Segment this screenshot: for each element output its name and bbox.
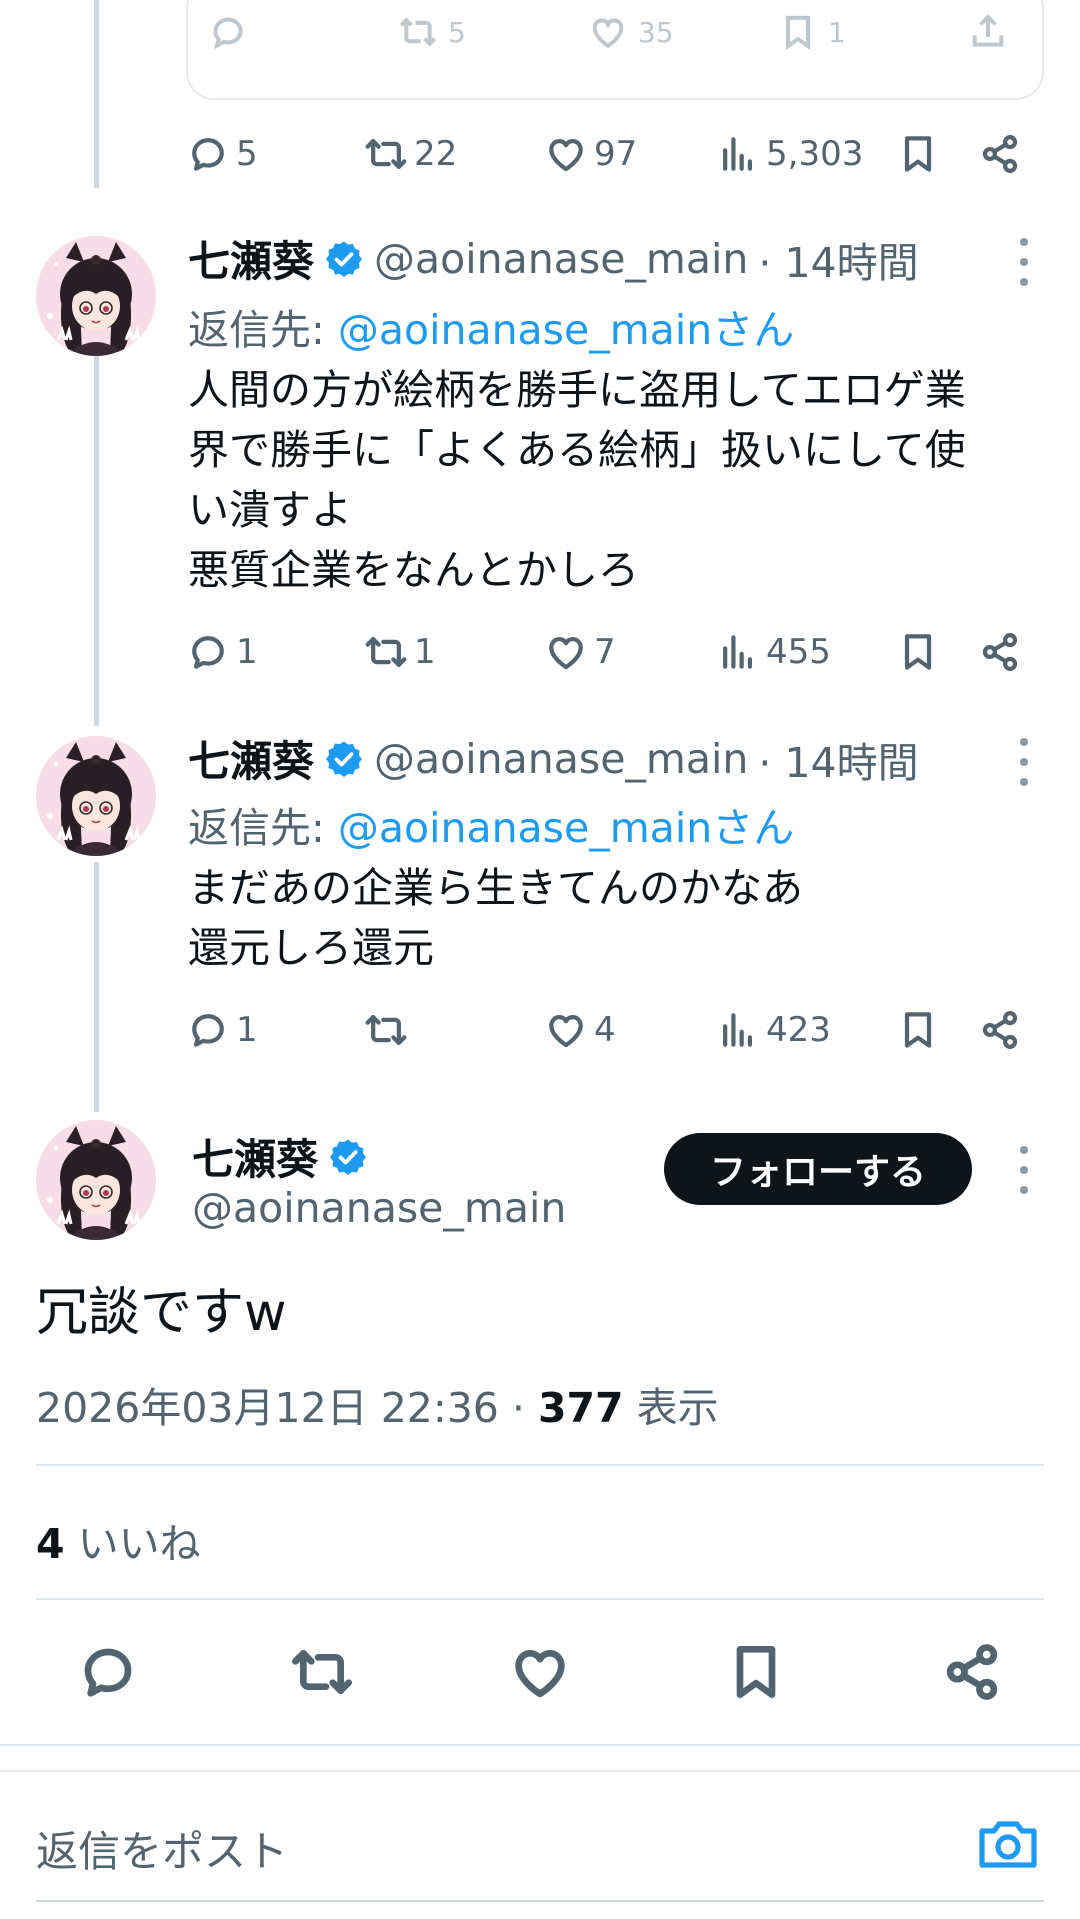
more-icon[interactable] bbox=[1018, 1146, 1030, 1194]
views-button[interactable]: 5,303 bbox=[716, 124, 863, 184]
retweet-icon bbox=[364, 630, 408, 674]
tweet-2-actions: 1 4 423 bbox=[0, 1000, 1080, 1060]
like-button[interactable]: 97 bbox=[544, 124, 637, 184]
avatar[interactable] bbox=[36, 1120, 156, 1240]
likes-count: 4 bbox=[36, 1520, 65, 1568]
quoted-retweet[interactable]: 5 bbox=[398, 12, 466, 52]
like-icon bbox=[588, 12, 628, 52]
bookmark-icon bbox=[896, 1008, 940, 1052]
quoted-post-card[interactable]: 5 35 1 bbox=[186, 0, 1044, 100]
post-text: 人間の方が絵柄を勝手に盗用してエロゲ業 界で勝手に「よくある絵柄」扱いにして使 … bbox=[188, 366, 966, 594]
bookmark-button[interactable] bbox=[896, 124, 940, 184]
like-icon bbox=[544, 630, 588, 674]
replying-to: 返信先: @aoinanase_mainさん bbox=[188, 306, 795, 354]
retweet-icon bbox=[364, 132, 408, 176]
bookmark-button[interactable] bbox=[896, 622, 940, 682]
retweet-button[interactable] bbox=[364, 1000, 414, 1060]
verified-badge-icon bbox=[324, 739, 364, 779]
share-icon[interactable] bbox=[940, 1640, 1004, 1704]
reply-icon bbox=[186, 1008, 230, 1052]
user-handle[interactable]: @aoinanase_main bbox=[374, 735, 748, 783]
quoted-upload[interactable] bbox=[968, 12, 1008, 52]
display-name[interactable]: 七瀬葵 bbox=[188, 228, 314, 289]
tweet-2-header: 七瀬葵 @aoinanase_main · 14時間 bbox=[188, 728, 919, 789]
views-button[interactable]: 455 bbox=[716, 622, 831, 682]
mention-link[interactable]: @aoinanase_mainさん bbox=[338, 804, 794, 852]
display-name[interactable]: 七瀬葵 bbox=[192, 1126, 318, 1187]
views-icon bbox=[716, 1008, 760, 1052]
reply-input[interactable]: 返信をポスト bbox=[36, 1818, 288, 1879]
tweet-0-actions: 5 22 97 5,303 bbox=[0, 124, 1080, 184]
retweet-button[interactable]: 1 bbox=[364, 622, 436, 682]
views-icon bbox=[716, 630, 760, 674]
user-handle[interactable]: @aoinanase_main bbox=[192, 1184, 566, 1232]
post-meta: 2026年03月12日 22:36 · 377 表示 bbox=[36, 1374, 719, 1434]
divider bbox=[36, 1900, 1044, 1902]
post-time[interactable]: · 14時間 bbox=[758, 229, 918, 289]
like-button[interactable]: 4 bbox=[544, 1000, 616, 1060]
upload-icon bbox=[968, 12, 1008, 52]
share-icon bbox=[978, 1008, 1022, 1052]
like-button[interactable]: 7 bbox=[544, 622, 616, 682]
bookmark-icon bbox=[778, 12, 818, 52]
reply-icon[interactable] bbox=[76, 1640, 140, 1704]
quoted-like[interactable]: 35 bbox=[588, 12, 674, 52]
reply-icon bbox=[186, 630, 230, 674]
post-time[interactable]: · 14時間 bbox=[758, 729, 918, 789]
more-icon[interactable] bbox=[1018, 738, 1030, 786]
like-icon[interactable] bbox=[508, 1640, 572, 1704]
like-icon bbox=[544, 132, 588, 176]
reply-button[interactable]: 1 bbox=[186, 622, 258, 682]
reply-icon bbox=[208, 12, 248, 52]
reply-button[interactable]: 5 bbox=[186, 124, 258, 184]
likes-label: いいね bbox=[64, 1520, 201, 1568]
post-text: まだあの企業ら生きてんのかなあ 還元しろ還元 bbox=[188, 864, 803, 972]
bookmark-icon[interactable] bbox=[724, 1640, 788, 1704]
likes-summary[interactable]: 4 いいね bbox=[36, 1510, 201, 1570]
retweet-icon bbox=[398, 12, 438, 52]
reply-button[interactable]: 1 bbox=[186, 1000, 258, 1060]
thread-line-2 bbox=[94, 862, 99, 1112]
camera-icon[interactable] bbox=[976, 1814, 1040, 1874]
bookmark-icon bbox=[896, 630, 940, 674]
share-button[interactable] bbox=[978, 1000, 1022, 1060]
retweet-icon bbox=[364, 1008, 408, 1052]
avatar[interactable] bbox=[36, 236, 156, 356]
share-icon bbox=[978, 630, 1022, 674]
retweet-button[interactable]: 22 bbox=[364, 124, 457, 184]
display-name[interactable]: 七瀬葵 bbox=[188, 728, 314, 789]
tweet-1-header: 七瀬葵 @aoinanase_main · 14時間 bbox=[188, 228, 919, 289]
bookmark-button[interactable] bbox=[896, 1000, 940, 1060]
user-handle[interactable]: @aoinanase_main bbox=[374, 235, 748, 283]
post-datetime[interactable]: 2026年03月12日 22:36 · bbox=[36, 1384, 538, 1432]
verified-badge-icon bbox=[328, 1137, 368, 1177]
share-icon bbox=[978, 132, 1022, 176]
views-label: 表示 bbox=[623, 1384, 719, 1432]
more-icon[interactable] bbox=[1018, 238, 1030, 286]
post-text: 冗談ですw bbox=[36, 1283, 287, 1343]
mention-link[interactable]: @aoinanase_mainさん bbox=[338, 306, 794, 354]
reply-icon bbox=[186, 132, 230, 176]
main-author-name-row: 七瀬葵 bbox=[192, 1126, 368, 1187]
like-icon bbox=[544, 1008, 588, 1052]
share-button[interactable] bbox=[978, 622, 1022, 682]
divider bbox=[36, 1464, 1044, 1466]
views-icon bbox=[716, 132, 760, 176]
tweet-1-actions: 1 1 7 455 bbox=[0, 622, 1080, 682]
views-count: 377 bbox=[537, 1384, 624, 1432]
quoted-reply[interactable] bbox=[208, 12, 258, 52]
follow-button[interactable]: フォローする bbox=[664, 1133, 972, 1205]
views-button[interactable]: 423 bbox=[716, 1000, 831, 1060]
quoted-bookmark[interactable]: 1 bbox=[778, 12, 846, 52]
retweet-icon[interactable] bbox=[290, 1640, 354, 1704]
divider bbox=[36, 1598, 1044, 1600]
avatar[interactable] bbox=[36, 736, 156, 856]
replying-to: 返信先: @aoinanase_mainさん bbox=[188, 804, 795, 852]
verified-badge-icon bbox=[324, 239, 364, 279]
share-button[interactable] bbox=[978, 124, 1022, 184]
bookmark-icon bbox=[896, 132, 940, 176]
